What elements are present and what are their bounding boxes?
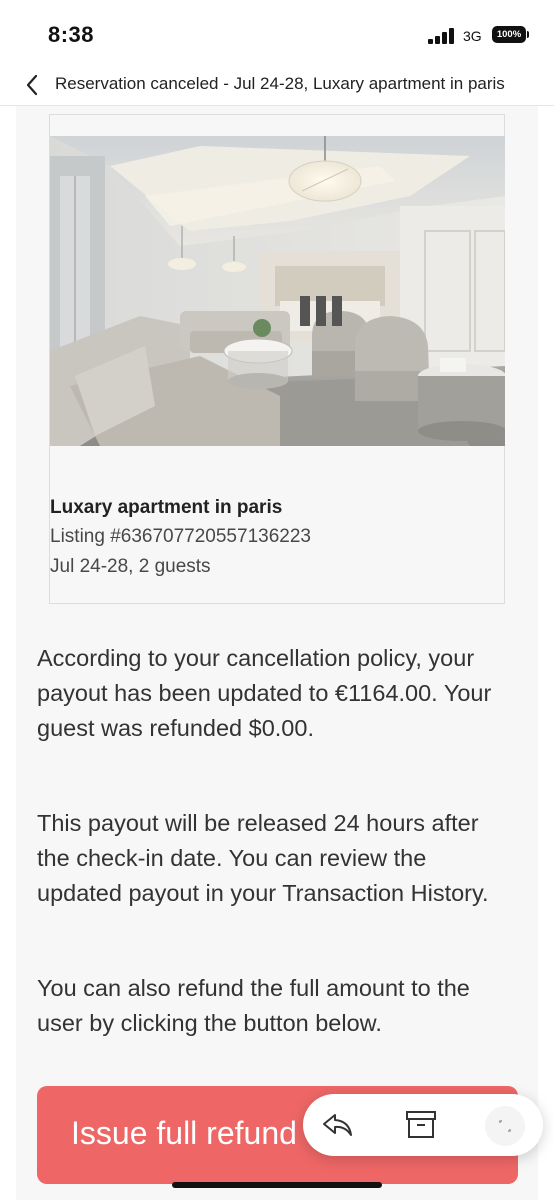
status-bar: 8:38 3G 100% bbox=[0, 0, 554, 64]
home-indicator[interactable] bbox=[172, 1182, 382, 1188]
listing-photo bbox=[50, 136, 505, 446]
network-label: 3G bbox=[463, 28, 482, 44]
listing-card[interactable]: Luxary apartment in paris Listing #63670… bbox=[49, 114, 505, 604]
battery-icon: 100% bbox=[492, 26, 526, 43]
message-content: Luxary apartment in paris Listing #63670… bbox=[16, 106, 538, 1200]
listing-name: Luxary apartment in paris bbox=[50, 497, 283, 518]
app-header: Reservation canceled - Jul 24-28, Luxary… bbox=[0, 64, 554, 106]
issue-full-refund-label: Issue full refund bbox=[71, 1115, 297, 1151]
payout-update-text: According to your cancellation policy, y… bbox=[37, 645, 492, 741]
page-title: Reservation canceled - Jul 24-28, Luxary… bbox=[55, 74, 505, 93]
archive-button[interactable] bbox=[403, 1108, 439, 1142]
expand-button[interactable] bbox=[485, 1106, 525, 1146]
listing-number: Listing #636707720557136223 bbox=[50, 526, 311, 547]
status-time: 8:38 bbox=[48, 22, 95, 47]
signal-icon bbox=[428, 28, 456, 44]
archive-icon bbox=[406, 1111, 436, 1138]
expand-icon bbox=[499, 1120, 511, 1132]
listing-dates-guests: Jul 24-28, 2 guests bbox=[50, 556, 211, 577]
reply-icon bbox=[323, 1114, 352, 1136]
payout-release-text: This payout will be released 24 hours af… bbox=[37, 810, 489, 906]
refund-instruction-text: You can also refund the full amount to t… bbox=[37, 975, 470, 1036]
living-room-photo bbox=[50, 136, 505, 446]
chevron-left-icon bbox=[26, 74, 38, 96]
reply-button[interactable] bbox=[319, 1108, 355, 1142]
battery-tip bbox=[527, 31, 529, 38]
back-button[interactable] bbox=[18, 70, 48, 100]
floating-toolbar bbox=[303, 1094, 543, 1156]
